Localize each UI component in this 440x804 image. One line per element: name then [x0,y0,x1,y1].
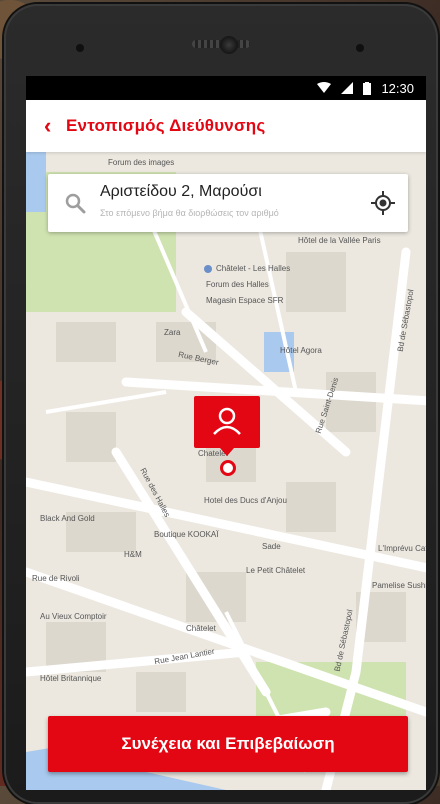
map-label: Châtelet [186,624,216,633]
sensor [356,44,364,52]
phone-screen: 12:30 ‹ Εντοπισμός Διεύθυνσης Αριστείδου… [26,76,426,790]
status-bar: 12:30 [26,76,426,100]
my-location-icon[interactable] [370,190,396,216]
map-label: Hotel des Ducs d'Anjou [204,496,287,505]
map-label: Rue de Rivoli [32,574,80,583]
chevron-left-icon[interactable]: ‹ [44,113,64,139]
pin-dot [220,460,236,476]
map-label: Zara [164,328,181,337]
map-label: Sade [262,542,281,551]
wifi-icon [317,82,332,93]
app-bar: ‹ Εντοπισμός Διεύθυνσης [26,100,426,152]
map-label: Le Petit Châtelet [246,566,306,575]
map-label: Hôtel de la Vallée Paris [298,236,381,245]
search-input[interactable]: Αριστείδου 2, Μαρούσι [100,183,262,201]
map-label: H&M [124,550,142,559]
map-label: Au Vieux Comptoir [40,612,107,621]
map-label: Boutique KOOKAÏ [154,530,219,539]
address-search-card[interactable]: Αριστείδου 2, Μαρούσι Στο επόμενο βήμα θ… [48,174,408,232]
sensor [76,44,84,52]
map-label: Hôtel Agora [280,346,322,355]
search-icon [65,193,86,214]
signal-icon [341,82,354,94]
map-label: L'Imprévu Café [378,544,426,553]
map-label: Magasin Espace SFR [206,296,284,305]
phone-frame: 12:30 ‹ Εντοπισμός Διεύθυνσης Αριστείδου… [4,4,438,804]
status-time: 12:30 [381,80,414,96]
map-label: Pamelise Sushi Bar [372,581,426,590]
map-label: Forum des images [108,158,175,167]
map-label: Châtelet - Les Halles [216,264,291,273]
battery-icon [363,81,372,95]
continue-confirm-button[interactable]: Συνέχεια και Επιβεβαίωση [48,716,408,772]
page-title: Εντοπισμός Διεύθυνσης [66,116,266,135]
map-label: Hôtel Britannique [40,674,102,683]
user-icon [213,407,241,435]
map-label: Forum des Halles [206,280,269,289]
search-hint: Στο επόμενο βήμα θα διορθώσεις τον αριθμ… [100,208,279,218]
front-camera [220,36,238,54]
map-label: Black And Gold [40,514,95,523]
metro-icon [204,265,212,273]
location-pin[interactable] [194,396,260,456]
